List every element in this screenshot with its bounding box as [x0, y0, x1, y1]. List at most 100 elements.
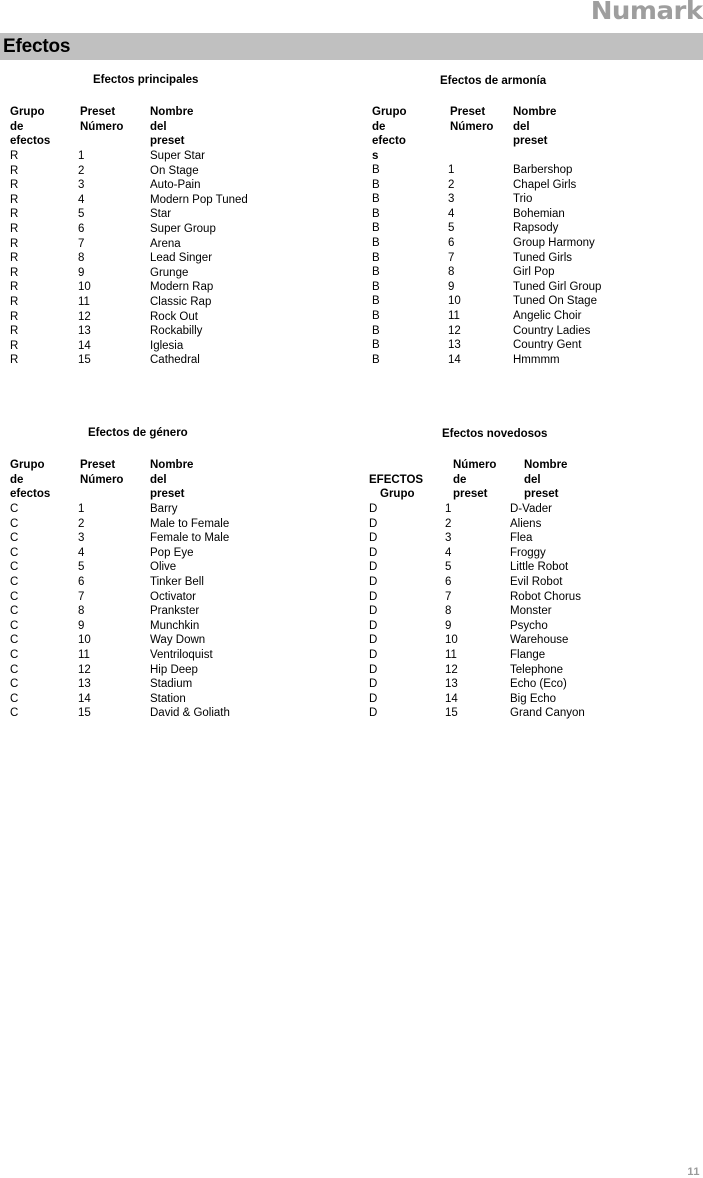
cell-name: Girl Pop — [513, 266, 555, 279]
cell-group: C — [10, 561, 19, 574]
cell-group: C — [10, 575, 19, 588]
cell-number: 13 — [78, 678, 91, 691]
cell-name: Bohemian — [513, 207, 565, 220]
cell-name: Tinker Bell — [150, 575, 204, 588]
cell-name: Hmmmm — [513, 353, 560, 366]
cell-number: 4 — [78, 546, 85, 559]
cell-number: 12 — [78, 310, 91, 323]
cell-group: D — [369, 546, 378, 559]
cell-number: 13 — [78, 325, 91, 338]
cell-name: Hip Deep — [150, 663, 198, 676]
cell-name: Station — [150, 692, 186, 705]
cell-name: Tuned Girls — [513, 251, 573, 264]
cell-name: Cathedral — [150, 354, 200, 367]
cell-number: 5 — [448, 222, 455, 235]
cell-name: Tuned Girl Group — [513, 280, 602, 293]
cell-group: B — [372, 266, 380, 279]
cell-group: R — [10, 354, 19, 367]
cell-group: B — [372, 251, 380, 264]
cell-number: 15 — [78, 707, 91, 720]
cell-number: 4 — [445, 546, 452, 559]
cell-number: 6 — [448, 236, 455, 249]
cell-name: Prankster — [150, 605, 200, 618]
cell-name: Trio — [513, 193, 533, 206]
cell-name: Flea — [510, 532, 533, 545]
numark-logo: Numark — [591, 0, 703, 25]
cell-number: 14 — [448, 353, 461, 366]
cell-number: 14 — [445, 692, 458, 705]
cell-number: 2 — [78, 164, 85, 177]
cell-number: 4 — [448, 207, 455, 220]
cell-number: 3 — [78, 532, 85, 545]
cell-number: 12 — [78, 663, 91, 676]
cell-group: R — [10, 164, 19, 177]
cell-group: B — [372, 178, 380, 191]
cell-number: 9 — [445, 619, 452, 632]
cell-group: C — [10, 707, 19, 720]
column-header-nombre-del-preset: Nombre del preset — [513, 106, 557, 148]
cell-name: Modern Pop Tuned — [150, 193, 248, 206]
cell-group: B — [372, 164, 380, 176]
cell-name: Super Star — [150, 150, 205, 162]
cell-number: 10 — [448, 295, 461, 308]
cell-group: B — [372, 309, 380, 322]
cell-number: 8 — [445, 605, 452, 618]
cell-name: Auto-Pain — [150, 179, 201, 192]
cell-group: C — [10, 663, 19, 676]
cell-group: B — [372, 193, 380, 206]
cell-group: B — [372, 339, 380, 352]
column-header-efectos-line: EFECTOS — [369, 473, 424, 486]
cell-group: D — [369, 707, 378, 720]
cell-group: R — [10, 222, 19, 235]
column-header-preset-numero: Preset Número — [450, 106, 494, 133]
cell-name: On Stage — [150, 164, 199, 177]
cell-name: Telephone — [510, 663, 564, 676]
cell-name: D-Vader — [510, 503, 552, 515]
cell-group: D — [369, 678, 378, 691]
cell-name: Way Down — [150, 634, 206, 647]
cell-name: Rapsody — [513, 222, 559, 235]
cell-name: Barry — [150, 503, 178, 515]
cell-group: R — [10, 237, 19, 250]
cell-group: C — [10, 503, 19, 515]
page-number: 11 — [687, 1166, 700, 1178]
column-header-preset-numero: Preset Número — [80, 106, 124, 133]
cell-name: David & Goliath — [150, 707, 230, 720]
column-header-grupo-line: Grupo — [380, 488, 415, 501]
cell-group: R — [10, 193, 19, 206]
cell-name: Male to Female — [150, 517, 230, 530]
cell-group: C — [10, 634, 19, 647]
cell-number: 8 — [448, 266, 455, 279]
cell-number: 5 — [445, 561, 452, 574]
cell-number: 6 — [78, 575, 85, 588]
cell-number: 3 — [445, 532, 452, 545]
cell-number: 7 — [78, 590, 85, 603]
table-title-efectos-novedosos: Efectos novedosos — [442, 428, 548, 440]
cell-group: R — [10, 150, 19, 162]
cell-number: 7 — [445, 590, 452, 603]
cell-group: B — [372, 353, 380, 366]
cell-group: R — [10, 208, 19, 221]
cell-number: 3 — [78, 179, 85, 192]
cell-number: 10 — [445, 634, 458, 647]
cell-name: Arena — [150, 237, 181, 250]
cell-number: 14 — [78, 339, 91, 352]
cell-number: 9 — [78, 266, 85, 279]
cell-group: C — [10, 692, 19, 705]
cell-number: 9 — [78, 619, 85, 632]
cell-name: Angelic Choir — [513, 309, 582, 322]
table-title-efectos-de-genero: Efectos de género — [88, 427, 188, 439]
cell-name: Evil Robot — [510, 575, 563, 588]
cell-number: 5 — [78, 561, 85, 574]
cell-group: D — [369, 692, 378, 705]
cell-name: Classic Rap — [150, 295, 212, 308]
cell-group: D — [369, 517, 378, 530]
cell-number: 11 — [78, 648, 90, 661]
cell-name: Barbershop — [513, 164, 573, 176]
cell-number: 15 — [78, 354, 91, 367]
cell-name: Echo (Eco) — [510, 678, 567, 691]
cell-group: C — [10, 532, 19, 545]
cell-name: Country Gent — [513, 339, 582, 352]
cell-name: Aliens — [510, 517, 542, 530]
cell-name: Rock Out — [150, 310, 198, 323]
